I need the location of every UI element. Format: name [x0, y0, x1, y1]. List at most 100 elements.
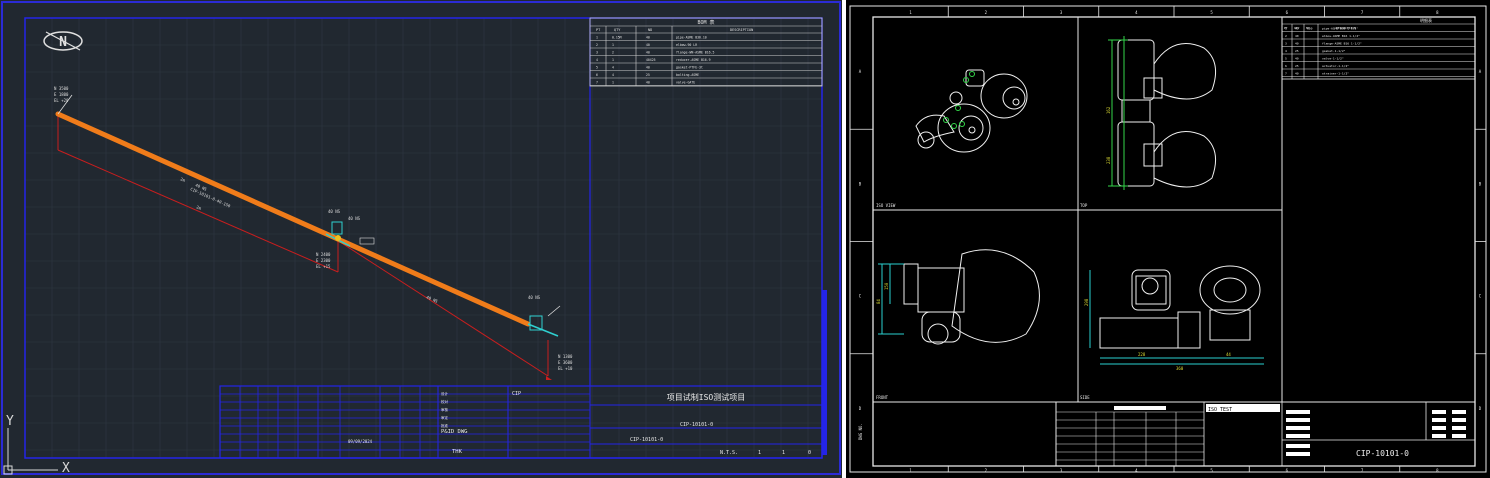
north-arrow-icon: N: [43, 31, 83, 51]
bom-right-cell: flange-ASME B16 1-1/2": [1322, 42, 1362, 46]
bom-right-cell: 150: [1307, 27, 1313, 31]
bom-cell: 5: [596, 66, 598, 70]
dim-side-4: 298: [1084, 298, 1089, 306]
pid-dwg-label: P&ID DWG: [441, 429, 468, 435]
sheet-of-field: 1: [782, 450, 785, 456]
svg-text:E 1800: E 1800: [54, 92, 69, 97]
bom-cell: 6: [596, 73, 598, 77]
bom-right-cell: strainer-1-1/2": [1322, 72, 1349, 76]
dim-side-3: 360: [1176, 366, 1184, 371]
valve-symbol-end[interactable]: 40 NS: [527, 295, 561, 380]
bom-cell: 1: [596, 36, 598, 40]
bom-right-cell: 5: [1285, 57, 1287, 61]
iso-view-actuators[interactable]: [915, 69, 1028, 153]
isometric-drawing-canvas[interactable]: Y X N BOM 表 PT QTY ND DESCRIPTION 1 0.15M…: [0, 0, 842, 478]
zone-col-label: 8: [1436, 10, 1439, 15]
drawing-frame: [24, 17, 823, 459]
title-block: 项目试制ISO测试项目 CIP-10101-0 CIP-10101-0 CIP …: [219, 385, 823, 459]
zone-col-label: 5: [1210, 10, 1213, 15]
pipe-run[interactable]: [55, 94, 531, 327]
mid-coordinates: N 2400 E 2300 EL +15: [316, 252, 331, 269]
assembly-drawing-canvas[interactable]: 1122334455667788A AB BC CD D ISO VIEW TOP FR…: [846, 0, 1490, 478]
project-title: 项目试制ISO测试项目: [667, 392, 745, 402]
svg-text:N 1300: N 1300: [558, 354, 573, 359]
side-dwg-label: DWG NO.: [858, 423, 863, 440]
svg-text:EL +15: EL +15: [316, 264, 331, 269]
dim-side-2: 44: [1226, 352, 1231, 357]
bom-right-cell: 25: [1295, 49, 1299, 53]
bom-cell: 2: [596, 43, 598, 47]
zone-row-label: A: [859, 69, 862, 74]
bom-cell: reducer-ASME B16.9: [676, 58, 711, 62]
view-label-top: TOP: [1080, 203, 1088, 208]
bom-cell: 40: [646, 66, 650, 70]
bom-cell: 3: [596, 51, 598, 55]
bom-cell: valve-GATE: [676, 81, 695, 85]
bom-cell: pipe-ASME B36.10: [676, 36, 707, 40]
revision-field: 0: [808, 450, 811, 456]
sheet-field: 1: [758, 450, 761, 456]
scale-field: N.T.S.: [720, 450, 738, 456]
bom-cell: 40X25: [646, 58, 656, 62]
inner-frame: [872, 16, 1476, 467]
bom-right-cell: 40: [1295, 42, 1299, 46]
dim-front-2: 150: [884, 282, 889, 290]
bom-right-cell: 2: [1285, 34, 1287, 38]
frame-zone-markers: 1122334455667788A AB BC CD D: [850, 6, 1486, 473]
bom-right-cell: pipe-ASME B36 1-1/2": [1322, 27, 1358, 31]
bom-cell: 7: [596, 81, 598, 85]
title-block-right: ISO TEST CIP-10101-0 DWG NO.: [858, 401, 1476, 467]
bom-cell: elbow-90 LR: [676, 43, 697, 47]
svg-text:审核: 审核: [441, 407, 449, 412]
vertical-scrollbar[interactable]: [822, 290, 827, 455]
svg-text:N 3500: N 3500: [54, 86, 69, 91]
valve-tag-2: 40 NS: [348, 216, 361, 221]
zone-row-label: D: [1479, 406, 1482, 411]
viewport-border: [1, 1, 841, 475]
svg-text:E 3600: E 3600: [558, 360, 573, 365]
valve-tag-3: 40 NS: [528, 295, 541, 300]
ucs-x-label: X: [62, 461, 70, 476]
bom-cell: 1: [612, 43, 614, 47]
svg-text:E 2300: E 2300: [316, 258, 331, 263]
bom-cell: 0.15M: [612, 36, 622, 40]
zone-col-label: 6: [1286, 10, 1289, 15]
plant-code: CIP: [512, 391, 521, 397]
bom-right-cell: 25: [1295, 64, 1299, 68]
bom-table: BOM 表 PT QTY ND DESCRIPTION 1 0.15M 40 pipe…: [589, 17, 823, 87]
company-field: ISO TEST: [1208, 407, 1232, 413]
bom-right-cell: 1: [1285, 27, 1287, 31]
bom-right-cell: 3: [1285, 42, 1287, 46]
bom-right-cell: elbow-ASME B16 1-1/2": [1322, 34, 1360, 38]
bom-right-cell: valve-1-1/2": [1322, 57, 1344, 61]
zone-row-label: A: [1479, 69, 1482, 74]
bom-header-qty: QTY: [614, 28, 621, 32]
start-coordinates: N 3500 E 1800 EL +20: [54, 86, 69, 103]
bom-cell: 4: [612, 73, 614, 77]
bom-cell: 4: [612, 66, 614, 70]
side-view-actuators[interactable]: [1089, 265, 1264, 365]
zone-row-label: B: [1479, 181, 1482, 186]
bom-header-pt: PT: [596, 28, 601, 32]
bom-cell: 2: [612, 51, 614, 55]
valve-tag-1: 40 NS: [328, 209, 341, 214]
drawing-grid: [24, 17, 822, 458]
bom-rows: 1 0.15M 40 pipe-ASME B36.10 2 1 40 elbow-90 LR 3…: [590, 36, 822, 86]
zone-col-label: 1: [909, 10, 912, 15]
zone-col-label: 4: [1135, 10, 1138, 15]
ucs-y-label: Y: [6, 414, 14, 429]
valve-symbol-mid[interactable]: 40 NS 40 NS: [325, 209, 375, 247]
date-field: 09/09/2024: [348, 439, 373, 444]
front-view-actuator[interactable]: [878, 249, 1040, 345]
pipe-segment[interactable]: [55, 111, 531, 327]
bom-cell: 40: [646, 36, 650, 40]
zone-row-label: C: [1479, 294, 1482, 299]
bom-cell: 40: [646, 81, 650, 85]
top-view-actuators[interactable]: [1108, 36, 1217, 190]
bom-cell: flange-WN-ASME B16.5: [676, 51, 714, 55]
bom-cell: 4: [596, 58, 598, 62]
view-label-front: FRONT: [876, 395, 889, 400]
isometric-drawing-panel[interactable]: Y X N BOM 表 PT QTY ND DESCRIPTION 1 0.15M…: [0, 0, 842, 478]
assembly-drawing-panel[interactable]: 1122334455667788AABBCCDD ISO VIEW TOP FR…: [846, 0, 1490, 478]
view-label-side: SIDE: [1080, 395, 1090, 400]
